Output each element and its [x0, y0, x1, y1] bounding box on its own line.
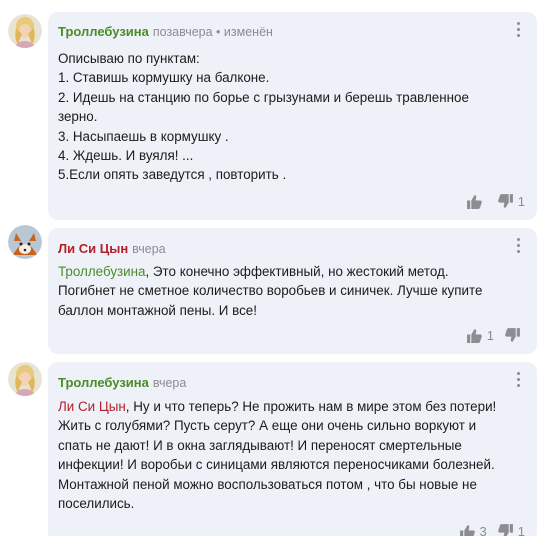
more-options-icon[interactable] [517, 238, 521, 254]
text-line: спать не дают! И в окна заглядывают! И п… [58, 437, 462, 453]
comment-text: Описываю по пунктам: 1. Ставишь кормушку… [58, 49, 469, 185]
comment-header: Ли Си Цын вчера [58, 241, 166, 256]
text-line: Жить с голубями? Пусть серут? А еще они … [58, 418, 477, 434]
text-line: поселились. [58, 496, 135, 512]
comment-text: Ли Си Цын, Ну и что теперь? Не прожить н… [58, 397, 496, 513]
like-button[interactable] [466, 193, 487, 210]
text-line: зерно. [58, 109, 98, 125]
author-name[interactable]: Троллебузина [58, 24, 149, 39]
like-button[interactable]: 3 [459, 523, 487, 536]
text-line: 1. Ставишь кормушку на балконе. [58, 70, 270, 86]
like-count: 1 [486, 327, 494, 343]
vote-actions: 1 [466, 326, 525, 344]
avatar[interactable] [8, 14, 42, 48]
text-line: 2. Идешь на станцию по борье с грызунами… [58, 89, 469, 105]
comment-meta: позавчера • изменён [152, 25, 273, 39]
text-line: инфекции! И воробьи с синицами являются … [58, 457, 495, 473]
dislike-button[interactable] [504, 327, 525, 344]
avatar[interactable] [8, 362, 42, 396]
thumbs-up-icon [466, 194, 482, 209]
text-line: Ли Си Цын, Ну и что теперь? Не прожить н… [58, 399, 497, 414]
like-button[interactable]: 1 [466, 327, 494, 344]
comment-header: Троллебузина вчера [58, 375, 186, 390]
thumbs-down-icon [505, 327, 520, 342]
more-options-icon[interactable] [517, 22, 521, 38]
comment-bubble: Троллебузина вчера Ли Си Цын, Ну и что те… [48, 362, 537, 536]
comment-bubble: Троллебузина позавчера • изменён Описываю… [48, 12, 537, 220]
text-line: Описываю по пунктам: [58, 51, 200, 66]
vote-actions: 3 1 [459, 522, 525, 536]
text-line: баллон монтажной пены. И все! [58, 302, 257, 318]
like-count: 3 [479, 523, 487, 536]
thumbs-up-icon [459, 524, 475, 536]
author-name[interactable]: Ли Си Цын [58, 241, 128, 256]
avatar[interactable] [8, 225, 42, 259]
text-line: 4. Ждешь. И вуяля! ... [58, 148, 194, 164]
text-line: 3. Насыпаешь в кормушку . [58, 128, 229, 144]
dislike-button[interactable]: 1 [497, 193, 525, 210]
text-line: 5.Если опять заведутся , повторить . [58, 167, 287, 183]
comment-header: Троллебузина позавчера • изменён [58, 24, 273, 39]
mention-link[interactable]: Ли Си Цын [58, 399, 126, 414]
comment-meta: вчера [152, 376, 187, 390]
dislike-count: 1 [517, 523, 525, 536]
dislike-button[interactable]: 1 [497, 523, 525, 536]
text-line: Монтажной пеной можно воспользоваться по… [58, 476, 477, 492]
more-options-icon[interactable] [517, 372, 521, 388]
comment-bubble: Ли Си Цын вчера Троллебузина, Это конечно… [48, 228, 537, 354]
comment-text: Троллебузина, Это конечно эффективный, н… [58, 262, 482, 320]
vote-actions: 1 [466, 192, 525, 210]
thumbs-up-icon [466, 328, 482, 343]
text-line: Погибнет не сметное количество воробьев … [58, 283, 483, 299]
mention-link[interactable]: Троллебузина [58, 264, 145, 279]
author-name[interactable]: Троллебузина [58, 375, 149, 390]
comment-meta: вчера [132, 242, 166, 256]
dislike-count: 1 [517, 193, 525, 209]
text-line: Троллебузина, Это конечно эффективный, н… [58, 264, 449, 279]
thumbs-down-icon [497, 523, 513, 536]
thumbs-down-icon [497, 193, 513, 208]
